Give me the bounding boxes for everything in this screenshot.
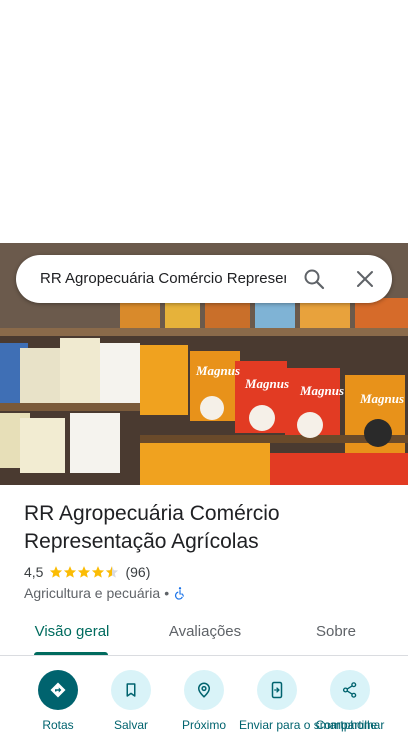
close-icon[interactable] [353,267,377,291]
product-brand-text: Magnus [244,376,289,391]
place-title: RR Agropecuária Comércio Representação A… [24,502,280,553]
product-brand-text: Magnus [299,383,344,398]
product-brand-text: Magnus [359,391,404,406]
nearby-icon [197,682,211,698]
map-area-blank [0,0,408,243]
star-full-icon [64,566,77,578]
category-row: Agricultura e pecuária • [24,584,187,602]
product-brand-text: Magnus [195,363,240,378]
share-label: Compartilhar [315,718,385,732]
nearby-label: Próximo [181,718,226,732]
star-half-icon [106,566,119,578]
wheelchair-accessible-icon [175,587,185,600]
rating-value: 4,5 [24,564,44,580]
search-bar[interactable]: RR Agropecuária Comércio Representação A… [16,255,392,303]
share-icon [342,682,357,698]
rating-stars [49,565,119,579]
directions-label: Rotas [42,718,74,732]
review-count[interactable]: (96) [125,564,150,580]
search-icon[interactable] [302,267,326,291]
place-category: Agricultura e pecuária [24,585,161,601]
tab-about[interactable]: Sobre [300,612,372,652]
tabs-divider [0,655,408,656]
save-label: Salvar [113,718,148,732]
send-to-phone-icon [271,681,283,699]
send-to-phone-label: Enviar para o smartphone [239,718,378,732]
action-buttons: Rotas Salvar Próximo Enviar para o smart… [0,670,408,732]
star-full-icon [78,566,91,578]
place-tabs: Visão geral Avaliações Sobre [0,612,408,656]
star-full-icon [50,566,63,578]
rating-row[interactable]: 4,5 (96) [24,562,150,582]
tab-reviews[interactable]: Avaliações [150,612,260,652]
separator-dot: • [164,585,170,601]
directions-icon [50,682,66,698]
tab-overview[interactable]: Visão geral [20,612,124,652]
bookmark-icon [126,683,136,697]
search-input[interactable]: RR Agropecuária Comércio Representação A… [40,269,286,289]
star-full-icon [92,566,105,578]
